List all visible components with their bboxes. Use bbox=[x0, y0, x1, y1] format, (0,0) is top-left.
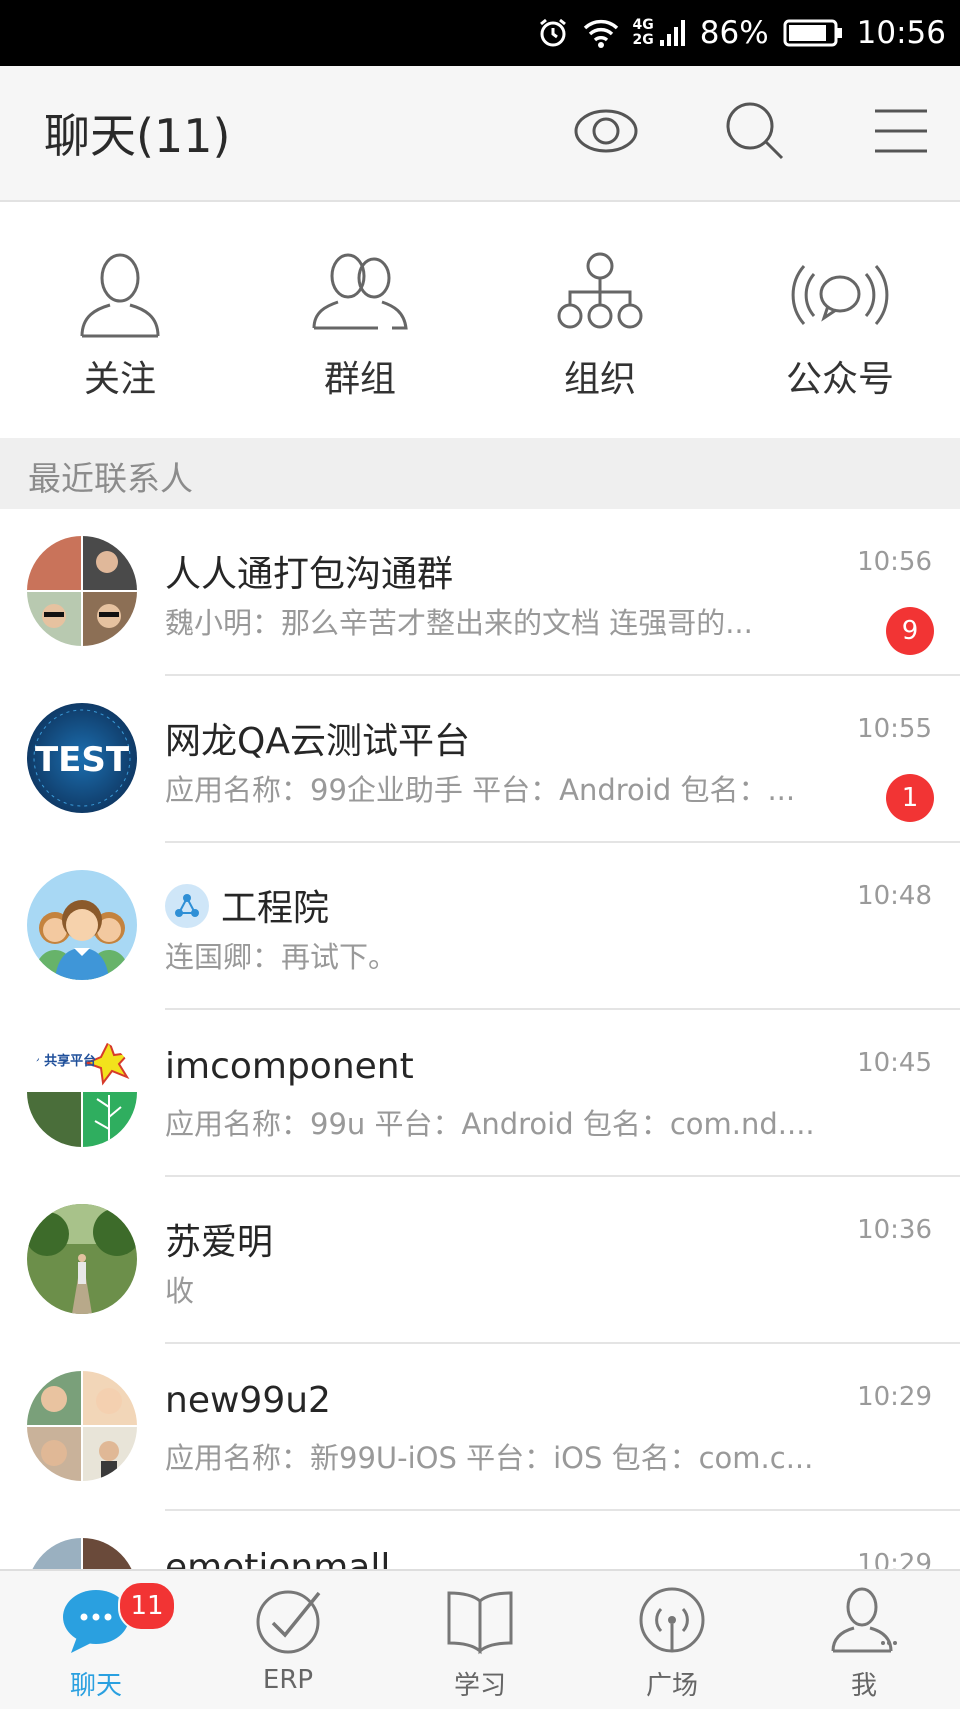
chat-name: 工程院 bbox=[165, 879, 329, 932]
chat-preview: 连国卿：再试下。 bbox=[165, 940, 398, 974]
alarm-icon bbox=[539, 18, 566, 47]
group-icon bbox=[312, 253, 408, 330]
avatar bbox=[27, 1538, 137, 1569]
tab-label: 广场 bbox=[645, 1671, 698, 1701]
broadcast-bubble-icon bbox=[791, 265, 889, 325]
unread-badge: 9 bbox=[886, 607, 934, 655]
bottom-tab-bar: 11 聊天 ERP 学习 广场 我 bbox=[0, 1569, 960, 1709]
quick-follow-label: 关注 bbox=[83, 359, 156, 400]
network-type: 4G 2G bbox=[632, 17, 654, 48]
check-circle-icon bbox=[256, 1590, 321, 1654]
chat-name: 苏爱明 bbox=[165, 1222, 274, 1263]
menu-button[interactable] bbox=[866, 96, 936, 166]
avatar bbox=[27, 1371, 137, 1481]
section-header: 最近联系人 bbox=[0, 438, 960, 509]
chat-name-text: 工程院 bbox=[221, 888, 330, 929]
org-tree-icon bbox=[557, 252, 643, 329]
chat-row[interactable]: TEST 网龙QA云测试平台 应用名称：99企业助手 平台：Android 包名… bbox=[0, 676, 960, 843]
quick-groups[interactable]: 群组 bbox=[240, 202, 480, 438]
chat-row[interactable]: 人人通打包沟通群 魏小明：那么辛苦才整出来的文档 连强哥的... 10:56 9 bbox=[0, 509, 960, 676]
app-header: 聊天(11) bbox=[0, 66, 960, 202]
chat-preview: 应用名称：99企业助手 平台：Android 包名：... bbox=[165, 773, 796, 807]
avatar: TEST bbox=[27, 703, 137, 813]
quick-groups-label: 群组 bbox=[323, 359, 396, 400]
clock: 10:56 bbox=[856, 15, 946, 51]
quick-official[interactable]: 公众号 bbox=[720, 202, 960, 438]
avatar-text: TEST bbox=[35, 740, 130, 780]
menu-icon bbox=[875, 109, 927, 153]
tab-erp[interactable]: ERP bbox=[192, 1571, 384, 1709]
eye-icon bbox=[574, 109, 638, 153]
chat-time: 10:45 bbox=[857, 1048, 932, 1078]
tab-label: 聊天 bbox=[69, 1671, 122, 1701]
chat-time: 10:29 bbox=[857, 1382, 932, 1412]
chat-preview: 应用名称：新99U-iOS 平台：iOS 包名：com.c... bbox=[165, 1441, 814, 1475]
chat-time: 10:36 bbox=[857, 1215, 932, 1245]
chat-name: emotionmall bbox=[165, 1547, 391, 1569]
tab-label: ERP bbox=[262, 1665, 314, 1695]
avatar bbox=[27, 1204, 137, 1314]
chat-time: 10:56 bbox=[857, 547, 932, 577]
tab-label: 我 bbox=[850, 1671, 877, 1701]
tab-square[interactable]: 广场 bbox=[576, 1571, 768, 1709]
avatar bbox=[27, 870, 137, 980]
quick-org[interactable]: 组织 bbox=[480, 202, 720, 438]
chat-name: new99u2 bbox=[165, 1380, 331, 1421]
chat-name: imcomponent bbox=[165, 1046, 414, 1087]
chat-row[interactable]: 工程院 连国卿：再试下。 10:48 bbox=[0, 843, 960, 1010]
tab-chat[interactable]: 11 聊天 bbox=[0, 1571, 192, 1709]
signal-tower-icon bbox=[639, 1587, 705, 1653]
chat-row[interactable]: 苏爱明 收 10:36 bbox=[0, 1177, 960, 1344]
quick-follow[interactable]: 关注 bbox=[0, 202, 240, 438]
avatar bbox=[27, 536, 137, 646]
section-title: 最近联系人 bbox=[28, 459, 193, 498]
search-button[interactable] bbox=[720, 96, 790, 166]
chat-list: 人人通打包沟通群 魏小明：那么辛苦才整出来的文档 连强哥的... 10:56 9… bbox=[0, 509, 960, 1569]
tab-learn[interactable]: 学习 bbox=[384, 1571, 576, 1709]
chat-time: 10:29 bbox=[857, 1549, 932, 1569]
battery-percent: 86% bbox=[699, 15, 769, 51]
chat-preview: 收 bbox=[165, 1274, 195, 1308]
profile-icon bbox=[831, 1587, 897, 1653]
org-group-icon bbox=[165, 884, 209, 928]
eye-button[interactable] bbox=[571, 96, 641, 166]
chat-time: 10:55 bbox=[857, 714, 932, 744]
unread-badge: 1 bbox=[886, 774, 934, 822]
chat-name: 人人通打包沟通群 bbox=[165, 554, 454, 595]
person-icon bbox=[80, 253, 160, 338]
search-icon bbox=[726, 102, 784, 160]
chat-preview: 应用名称：99u 平台：Android 包名：com.nd.... bbox=[165, 1107, 815, 1141]
battery-icon bbox=[783, 19, 842, 47]
avatar-text: SDP 共享平台 bbox=[27, 1053, 96, 1069]
chat-tab-badge: 11 bbox=[118, 1581, 176, 1631]
quick-org-label: 组织 bbox=[563, 359, 636, 400]
tab-label: 学习 bbox=[453, 1671, 506, 1701]
chat-row[interactable]: SDP 共享平台 imcomponent 应用名称：99u 平台：Android… bbox=[0, 1010, 960, 1177]
wifi-icon bbox=[583, 19, 618, 48]
avatar: SDP 共享平台 bbox=[27, 1037, 137, 1147]
page-title: 聊天(11) bbox=[44, 109, 231, 163]
signal-icon bbox=[659, 20, 685, 46]
quick-official-label: 公众号 bbox=[785, 359, 894, 400]
chat-name: 网龙QA云测试平台 bbox=[165, 721, 470, 762]
quick-links: 关注 群组 组织 公众号 bbox=[0, 202, 960, 438]
chat-row[interactable]: new99u2 应用名称：新99U-iOS 平台：iOS 包名：com.c...… bbox=[0, 1344, 960, 1511]
book-icon bbox=[447, 1591, 513, 1655]
tab-me[interactable]: 我 bbox=[768, 1571, 960, 1709]
chat-row[interactable]: emotionmall 10:29 bbox=[0, 1511, 960, 1569]
chat-preview: 魏小明：那么辛苦才整出来的文档 连强哥的... bbox=[165, 606, 753, 640]
chat-time: 10:48 bbox=[857, 881, 932, 911]
status-bar: 4G 2G 86% 10:56 bbox=[0, 0, 960, 66]
